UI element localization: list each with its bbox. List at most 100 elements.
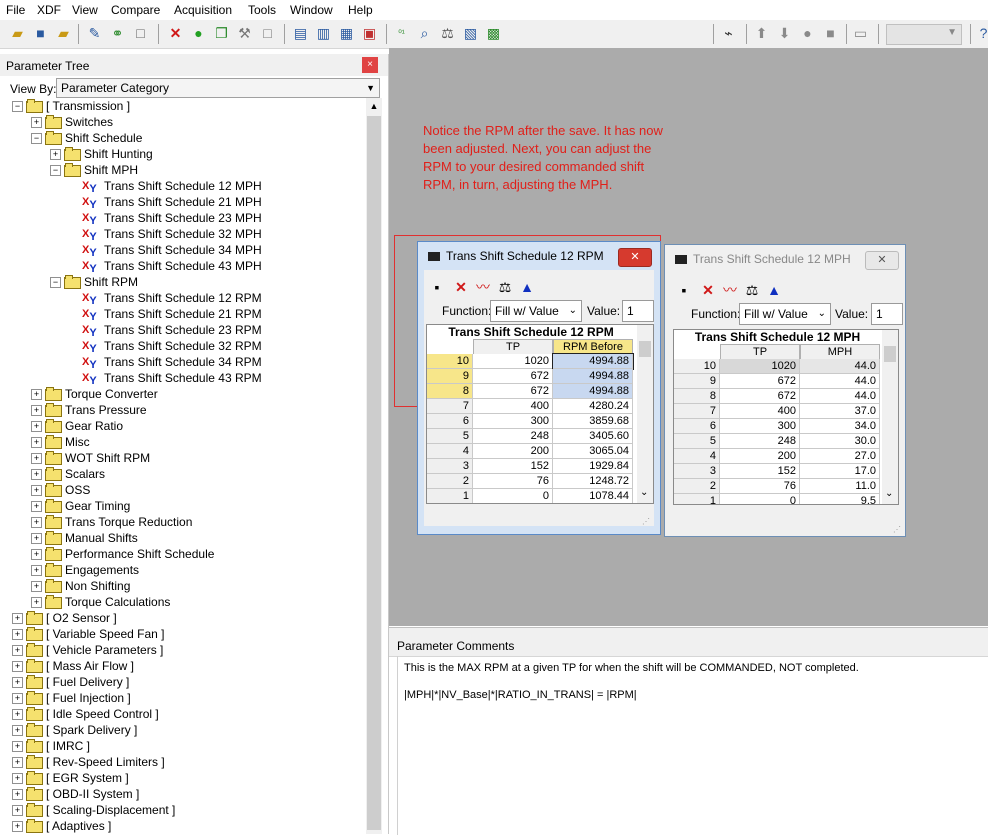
expand-icon[interactable]: + (31, 549, 42, 560)
scrollbar-thumb[interactable] (639, 341, 651, 357)
value-cell[interactable]: 1929.84 (553, 459, 633, 474)
collapse-icon[interactable]: − (12, 101, 23, 112)
tp-cell[interactable]: 400 (720, 404, 800, 419)
tp-cell[interactable]: 1020 (720, 359, 800, 374)
resize-grip-icon[interactable]: ⋰ (642, 517, 650, 526)
expand-icon[interactable]: + (12, 661, 23, 672)
tp-cell[interactable]: 76 (720, 479, 800, 494)
expand-icon[interactable]: + (31, 437, 42, 448)
expand-icon[interactable]: + (31, 453, 42, 464)
expand-icon[interactable]: + (12, 677, 23, 688)
page-icon[interactable]: □ (259, 25, 276, 42)
copy-icon[interactable]: ❐ (213, 25, 230, 42)
tp-cell[interactable]: 672 (720, 389, 800, 404)
value-cell[interactable]: 1248.72 (553, 474, 633, 489)
menu-file[interactable]: File (6, 3, 25, 17)
menu-view[interactable]: View (72, 3, 98, 17)
resize-grip-icon[interactable]: ⋰ (893, 525, 901, 534)
calculator-icon[interactable]: ▩ (485, 25, 502, 42)
layout-icon[interactable]: ▧ (462, 25, 479, 42)
probe-icon[interactable]: ⌁ (720, 25, 737, 42)
calendar-icon[interactable]: ▦ (338, 25, 355, 42)
arrow-up-icon[interactable]: ⬆ (753, 25, 770, 42)
graph-icon[interactable]: 〰 (721, 281, 739, 299)
menu-compare[interactable]: Compare (111, 3, 160, 17)
scroll-up-icon[interactable]: ▲ (366, 98, 382, 114)
value-cell[interactable]: 1078.44 (553, 489, 633, 503)
save-all-icon[interactable]: ▰ (55, 25, 72, 42)
tp-cell[interactable]: 76 (473, 474, 553, 489)
row-index-cell[interactable]: 5 (427, 429, 473, 444)
chip-icon[interactable]: ▭ (852, 25, 869, 42)
tp-cell[interactable]: 672 (720, 374, 800, 389)
expand-icon[interactable]: + (12, 789, 23, 800)
value-input[interactable]: 1 (622, 300, 654, 322)
value-cell[interactable]: 30.0 (800, 434, 880, 449)
value-cell[interactable]: 9.5 (800, 494, 880, 504)
value-cell[interactable]: 44.0 (800, 374, 880, 389)
row-index-cell[interactable]: 4 (674, 449, 720, 464)
rpm-table-window[interactable]: Trans Shift Schedule 12 RPM ✕ ▪ ✕ 〰 ⚖ ▲ … (417, 241, 661, 535)
value-cell[interactable]: 44.0 (800, 389, 880, 404)
function-select[interactable]: Fill w/ Value ⌄ (739, 303, 831, 325)
expand-icon[interactable]: + (31, 501, 42, 512)
expand-icon[interactable]: + (12, 645, 23, 656)
save-icon[interactable]: ▪ (675, 281, 693, 299)
add-icon[interactable]: ● (190, 25, 207, 42)
split-view-icon[interactable]: ▥ (315, 25, 332, 42)
row-index-cell[interactable]: 7 (427, 399, 473, 414)
value-cell[interactable]: 4994.88 (552, 353, 634, 370)
edit-icon[interactable]: ✎ (86, 25, 103, 42)
compare-icon[interactable]: ⚖ (743, 281, 761, 299)
delete-icon[interactable]: ✕ (167, 25, 184, 42)
binary-icon[interactable]: ⁰¹ (393, 25, 410, 42)
view-by-select[interactable]: Parameter Category ▼ (56, 78, 380, 98)
toolbar-dropdown[interactable]: ▼ (886, 24, 962, 45)
tp-cell[interactable]: 200 (720, 449, 800, 464)
row-index-cell[interactable]: 10 (674, 359, 720, 374)
record-icon[interactable]: ● (799, 25, 816, 42)
graph-icon[interactable]: 〰 (474, 278, 492, 296)
row-index-cell[interactable]: 2 (427, 474, 473, 489)
row-index-cell[interactable]: 1 (427, 489, 473, 503)
tree-scrollbar[interactable]: ▲ (366, 98, 382, 834)
value-cell[interactable]: 3405.60 (553, 429, 633, 444)
tp-cell[interactable]: 0 (473, 489, 553, 503)
row-index-cell[interactable]: 4 (427, 444, 473, 459)
expand-icon[interactable]: + (31, 405, 42, 416)
save-icon[interactable]: ■ (32, 25, 49, 42)
expand-icon[interactable]: + (31, 597, 42, 608)
value-cell[interactable]: 4994.88 (553, 369, 633, 384)
collapse-icon[interactable]: − (31, 133, 42, 144)
expand-icon[interactable]: + (12, 693, 23, 704)
mph-table-window[interactable]: Trans Shift Schedule 12 MPH ✕ ▪ ✕ 〰 ⚖ ▲ … (664, 244, 906, 537)
arrow-down-icon[interactable]: ⬇ (776, 25, 793, 42)
scale-icon[interactable]: ▲ (518, 278, 536, 296)
collapse-icon[interactable]: − (50, 277, 61, 288)
function-select[interactable]: Fill w/ Value ⌄ (490, 300, 582, 322)
value-cell[interactable]: 17.0 (800, 464, 880, 479)
expand-icon[interactable]: + (31, 469, 42, 480)
tp-cell[interactable]: 1020 (473, 354, 553, 369)
expand-icon[interactable]: + (12, 773, 23, 784)
close-icon[interactable]: × (362, 57, 378, 73)
scrollbar-thumb[interactable] (884, 346, 896, 362)
search-icon[interactable]: ⌕ (416, 25, 433, 42)
collapse-icon[interactable]: − (50, 165, 61, 176)
value-cell[interactable]: 4280.24 (553, 399, 633, 414)
scrollbar-thumb[interactable] (367, 116, 381, 830)
row-index-cell[interactable]: 3 (674, 464, 720, 479)
expand-icon[interactable]: + (50, 149, 61, 160)
row-index-cell[interactable]: 8 (427, 384, 473, 399)
expand-icon[interactable]: + (12, 821, 23, 832)
row-index-cell[interactable]: 10 (427, 354, 473, 369)
expand-icon[interactable]: + (12, 725, 23, 736)
wrench-icon[interactable]: ⚒ (236, 25, 253, 42)
delete-icon[interactable]: ✕ (699, 281, 717, 299)
compare-icon[interactable]: ⚖ (496, 278, 514, 296)
tp-cell[interactable]: 152 (720, 464, 800, 479)
expand-icon[interactable]: + (12, 709, 23, 720)
value-cell[interactable]: 11.0 (800, 479, 880, 494)
value-cell[interactable]: 37.0 (800, 404, 880, 419)
menu-tools[interactable]: Tools (248, 3, 276, 17)
